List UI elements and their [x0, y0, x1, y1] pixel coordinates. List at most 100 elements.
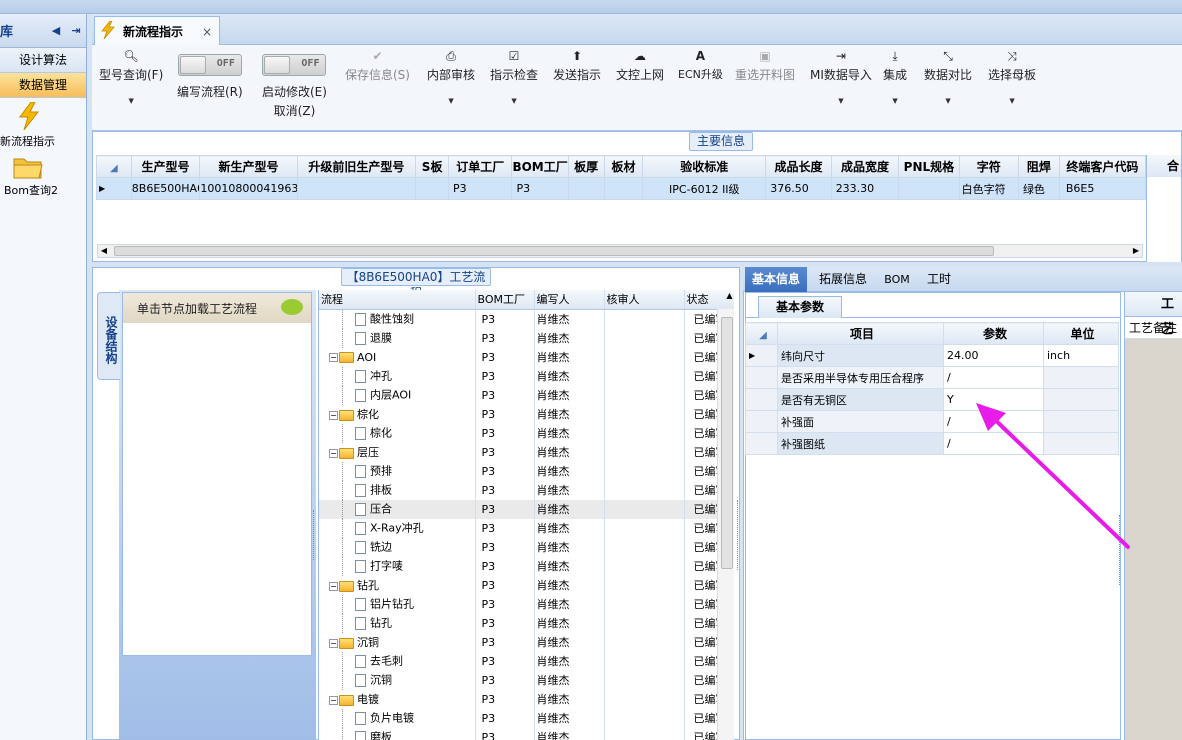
writer-cell[interactable]: 肖维杰 [534, 594, 605, 614]
writer-cell[interactable]: 肖维杰 [534, 727, 605, 740]
reviewer-cell[interactable] [604, 670, 685, 690]
tree-row[interactable]: − 钻孔 P3 肖维杰 已编写 [319, 575, 734, 595]
table-cell[interactable]: 绿色 [1017, 177, 1060, 200]
table-cell[interactable]: 10010800041963 [199, 177, 298, 200]
writer-cell[interactable]: 肖维杰 [534, 480, 605, 500]
collapse-icon[interactable]: − [329, 638, 338, 648]
bom-factory-cell[interactable]: P3 [475, 594, 535, 614]
tree-row[interactable]: 排板 P3 肖维杰 已编写 [319, 480, 734, 500]
writer-cell[interactable]: 肖维杰 [534, 708, 605, 728]
column-header[interactable]: 新生产型号 [199, 155, 298, 178]
writer-cell[interactable]: 肖维杰 [534, 461, 605, 481]
tree-row[interactable]: 磨板 P3 肖维杰 已编写 [319, 727, 734, 740]
param-value-cell[interactable]: 24.00 [943, 344, 1044, 367]
tree-row[interactable]: 去毛刺 P3 肖维杰 已编写 [319, 651, 734, 671]
column-header[interactable]: 成品宽度 [830, 155, 900, 178]
pin-icon[interactable]: ⇥ [66, 24, 86, 37]
tree-row[interactable]: − AOI P3 肖维杰 已编写 [319, 347, 734, 367]
reviewer-cell[interactable] [604, 632, 685, 652]
tree-node[interactable]: 预排 [319, 461, 476, 481]
tree-row[interactable]: 冲孔 P3 肖维杰 已编写 [319, 366, 734, 386]
bom-factory-cell[interactable]: P3 [475, 328, 535, 348]
bom-factory-cell[interactable]: P3 [475, 404, 535, 424]
column-header[interactable]: 升级前旧生产型号 [296, 155, 417, 178]
bom-factory-cell[interactable]: P3 [475, 309, 535, 329]
reviewer-cell[interactable] [604, 727, 685, 740]
param-value-cell[interactable]: / [943, 366, 1044, 389]
param-row[interactable]: ▶ 纬向尺寸 24.00 inch [745, 344, 1119, 367]
table-cell[interactable]: P3 [511, 177, 569, 200]
reviewer-cell[interactable] [604, 651, 685, 671]
bom-factory-cell[interactable]: P3 [475, 518, 535, 538]
reviewer-cell[interactable] [604, 461, 685, 481]
shortcut-bom-query[interactable]: Bom查询2 [0, 155, 87, 198]
column-header[interactable]: 核审人 [604, 290, 685, 310]
reviewer-cell[interactable] [604, 537, 685, 557]
write-flow-toggle[interactable]: OFF 编写流程(R) [177, 54, 243, 100]
column-header[interactable]: 生产型号 [130, 155, 201, 178]
column-header[interactable]: 编写人 [534, 290, 605, 310]
splitter-handle[interactable] [737, 500, 742, 570]
tree-node[interactable]: − 电镀 [319, 689, 476, 709]
reviewer-cell[interactable] [604, 499, 685, 519]
tree-node[interactable]: 负片电镀 [319, 708, 476, 728]
column-header[interactable]: PNL规格 [898, 155, 960, 178]
tree-node[interactable]: 冲孔 [319, 366, 476, 386]
bom-factory-cell[interactable]: P3 [475, 613, 535, 633]
collapse-icon[interactable]: − [329, 695, 338, 705]
collapse-icon[interactable]: − [329, 581, 338, 591]
tree-node[interactable]: 退膜 [319, 328, 476, 348]
reviewer-cell[interactable] [604, 309, 685, 329]
tree-row[interactable]: 预排 P3 肖维杰 已编写 [319, 461, 734, 481]
toggle-switch[interactable]: OFF [177, 54, 242, 76]
internal-review-button[interactable]: ⎙ 内部审核 ▼ [427, 49, 475, 105]
column-header[interactable]: 单位 [1043, 322, 1119, 345]
writer-cell[interactable]: 肖维杰 [534, 537, 605, 557]
tree-node[interactable]: 压合 [319, 499, 476, 519]
reviewer-cell[interactable] [604, 423, 685, 443]
writer-cell[interactable]: 肖维杰 [534, 404, 605, 424]
bom-factory-cell[interactable]: P3 [475, 708, 535, 728]
tree-row[interactable]: − 沉铜 P3 肖维杰 已编写 [319, 632, 734, 652]
close-icon[interactable]: × [202, 25, 212, 39]
integrate-button[interactable]: ⤓ 集成 ▼ [883, 49, 907, 105]
reviewer-cell[interactable] [604, 442, 685, 462]
writer-cell[interactable]: 肖维杰 [534, 632, 605, 652]
writer-cell[interactable]: 肖维杰 [534, 670, 605, 690]
doc-control-online-button[interactable]: ☁ 文控上网 [616, 49, 664, 83]
tree-node[interactable]: 排板 [319, 480, 476, 500]
writer-cell[interactable]: 肖维杰 [534, 328, 605, 348]
tree-row[interactable]: 负片电镀 P3 肖维杰 已编写 [319, 708, 734, 728]
table-cell[interactable]: 233.30 [830, 177, 900, 200]
bom-factory-cell[interactable]: P3 [475, 442, 535, 462]
table-cell[interactable]: B6E5 [1058, 177, 1147, 200]
send-instruction-button[interactable]: ⬆ 发送指示 [553, 49, 601, 83]
table-cell[interactable] [603, 177, 644, 200]
param-unit-cell[interactable]: inch [1043, 344, 1119, 367]
mi-data-import-button[interactable]: ⇥ MI数据导入 ▼ [810, 49, 872, 105]
tree-row[interactable]: 退膜 P3 肖维杰 已编写 [319, 328, 734, 348]
writer-cell[interactable]: 肖维杰 [534, 423, 605, 443]
scrollbar-thumb[interactable] [721, 317, 733, 569]
tree-row[interactable]: X-Ray冲孔 P3 肖维杰 已编写 [319, 518, 734, 538]
tree-node[interactable]: − 棕化 [319, 404, 476, 424]
writer-cell[interactable]: 肖维杰 [534, 366, 605, 386]
bom-factory-cell[interactable]: P3 [475, 366, 535, 386]
column-header[interactable]: S板 [415, 155, 449, 178]
tree-row[interactable]: 铝片钻孔 P3 肖维杰 已编写 [319, 594, 734, 614]
ecn-upgrade-button[interactable]: A ECN升级 [678, 49, 723, 82]
tree-node[interactable]: 磨板 [319, 727, 476, 740]
table-row[interactable]: ▶ 8B6E500HA0 10010800041963 P3 P3 IPC-60… [96, 177, 1147, 200]
bom-factory-cell[interactable]: P3 [475, 575, 535, 595]
tree-row[interactable]: 铣边 P3 肖维杰 已编写 [319, 537, 734, 557]
column-header[interactable]: 终端客户代码 [1058, 155, 1147, 178]
instruction-check-button[interactable]: ☑ 指示检查 ▼ [490, 49, 538, 105]
column-header[interactable]: BOM工厂 [475, 290, 535, 310]
vertical-scrollbar[interactable] [717, 309, 734, 740]
table-cell[interactable]: 376.50 [765, 177, 832, 200]
collapse-left-icon[interactable]: ◀ [46, 24, 66, 37]
param-row[interactable]: 是否采用半导体专用压合程序 / [745, 366, 1119, 389]
tree-row[interactable]: 内层AOI P3 肖维杰 已编写 [319, 385, 734, 405]
bom-factory-cell[interactable]: P3 [475, 670, 535, 690]
bom-factory-cell[interactable]: P3 [475, 727, 535, 740]
